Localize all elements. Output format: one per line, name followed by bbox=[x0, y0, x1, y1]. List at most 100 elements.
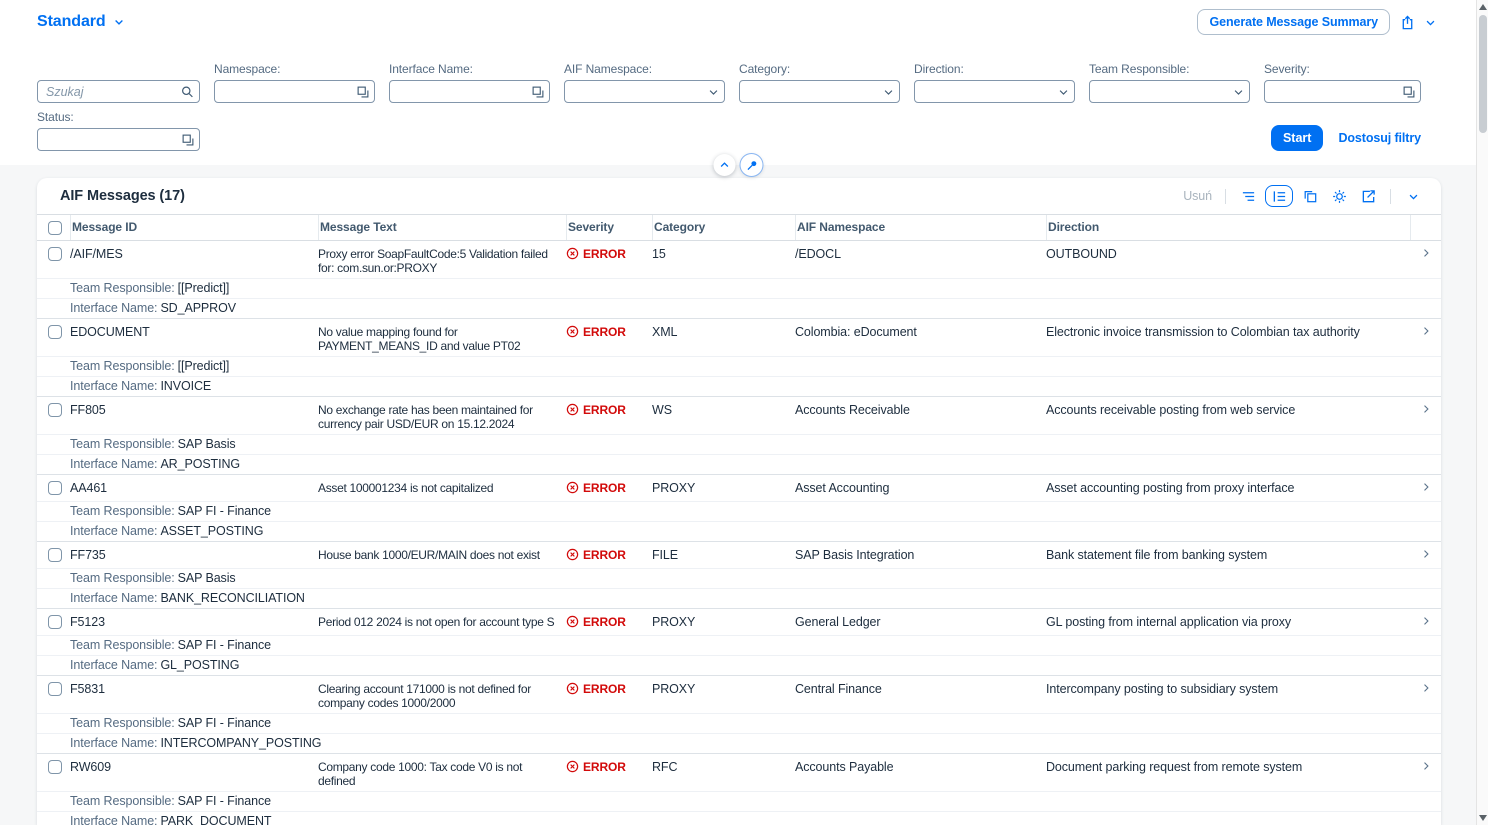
interface-name-label: Interface Name: bbox=[70, 301, 158, 315]
value-help-icon[interactable] bbox=[182, 134, 194, 146]
variant-selector[interactable]: Standard bbox=[37, 13, 125, 31]
error-icon bbox=[566, 548, 579, 561]
row-checkbox[interactable] bbox=[48, 325, 62, 339]
filter-input-category[interactable] bbox=[739, 80, 900, 103]
col-header-category[interactable]: Category bbox=[652, 215, 795, 240]
table-row[interactable]: RW609 Company code 1000: Tax code V0 is … bbox=[37, 754, 1441, 825]
severity-label: ERROR bbox=[583, 682, 626, 696]
start-button[interactable]: Start bbox=[1270, 125, 1324, 151]
filter-input-interface-name[interactable] bbox=[389, 80, 550, 103]
settings-icon[interactable] bbox=[1327, 185, 1351, 207]
table-row[interactable]: F5123 Period 012 2024 is not open for ac… bbox=[37, 609, 1441, 676]
table-row[interactable]: FF735 House bank 1000/EUR/MAIN does not … bbox=[37, 542, 1441, 609]
search-label-spacer bbox=[37, 62, 200, 77]
error-icon bbox=[566, 481, 579, 494]
table-title: AIF Messages (17) bbox=[60, 188, 185, 204]
interface-name-value: ASSET_POSTING bbox=[160, 524, 264, 538]
row-checkbox[interactable] bbox=[48, 548, 62, 562]
col-header-severity[interactable]: Severity bbox=[566, 215, 652, 240]
page-scrollbar[interactable] bbox=[1476, 0, 1488, 825]
search-input[interactable] bbox=[37, 80, 200, 103]
row-nav-chevron-icon[interactable] bbox=[1410, 325, 1441, 353]
filter-input-severity[interactable] bbox=[1264, 80, 1421, 103]
scrollbar-up-arrow[interactable] bbox=[1478, 4, 1487, 10]
col-header-direction[interactable]: Direction bbox=[1046, 215, 1410, 240]
row-checkbox[interactable] bbox=[48, 403, 62, 417]
chevron-down-icon[interactable] bbox=[883, 86, 894, 97]
row-checkbox[interactable] bbox=[48, 481, 62, 495]
delete-button[interactable]: Usuń bbox=[1183, 189, 1212, 203]
copy-icon[interactable] bbox=[1298, 185, 1322, 207]
interface-name-value: SD_APPROV bbox=[160, 301, 236, 315]
table-row[interactable]: EDOCUMENT No value mapping found for PAY… bbox=[37, 319, 1441, 397]
table-row[interactable]: FF805 No exchange rate has been maintain… bbox=[37, 397, 1441, 475]
toolbar-chevron-down-icon[interactable] bbox=[1401, 185, 1425, 207]
category-cell: RFC bbox=[652, 760, 678, 774]
scrollbar-down-arrow[interactable] bbox=[1478, 815, 1487, 821]
row-checkbox[interactable] bbox=[48, 682, 62, 696]
message-text-cell: Proxy error SoapFaultCode:5 Validation f… bbox=[318, 247, 548, 275]
filter-label-interface-name: Interface Name: bbox=[389, 62, 473, 76]
filter-fields: Namespace: Interface Name: AIF Namespace bbox=[214, 62, 1421, 103]
value-help-icon[interactable] bbox=[532, 86, 544, 98]
collapse-filter-bar-button[interactable] bbox=[713, 154, 736, 176]
search-field bbox=[37, 62, 200, 103]
generate-message-summary-button[interactable]: Generate Message Summary bbox=[1197, 9, 1390, 35]
export-icon[interactable] bbox=[1356, 185, 1380, 207]
filter-input-status[interactable] bbox=[37, 128, 200, 151]
row-nav-chevron-icon[interactable] bbox=[1410, 548, 1441, 565]
row-nav-chevron-icon[interactable] bbox=[1410, 682, 1441, 710]
team-responsible-label: Team Responsible: bbox=[70, 716, 175, 730]
aif-messages-card: AIF Messages (17) Usuń Message ID Messag… bbox=[37, 178, 1441, 825]
row-details: Team Responsible: SAP Basis Interface Nam… bbox=[37, 434, 1441, 474]
scrollbar-thumb[interactable] bbox=[1478, 15, 1487, 133]
filter-input-namespace[interactable] bbox=[214, 80, 375, 103]
table-row[interactable]: AA461 Asset 100001234 is not capitalized… bbox=[37, 475, 1441, 542]
chevron-down-icon[interactable] bbox=[1058, 86, 1069, 97]
severity-cell: ERROR bbox=[566, 615, 652, 632]
table-row[interactable]: F5831 Clearing account 171000 is not def… bbox=[37, 676, 1441, 754]
filter-bar-controls bbox=[713, 154, 763, 176]
value-help-icon[interactable] bbox=[1403, 86, 1415, 98]
filter-input-direction[interactable] bbox=[914, 80, 1075, 103]
row-checkbox[interactable] bbox=[48, 615, 62, 629]
severity-label: ERROR bbox=[583, 760, 626, 774]
toolbar-separator bbox=[1225, 188, 1226, 204]
share-icon[interactable] bbox=[1400, 15, 1415, 30]
row-checkbox[interactable] bbox=[48, 760, 62, 774]
search-icon[interactable] bbox=[181, 85, 194, 98]
pin-filter-bar-button[interactable] bbox=[740, 154, 763, 176]
topbar-chevron-down-icon[interactable] bbox=[1425, 17, 1436, 28]
filter-input-team-responsible[interactable] bbox=[1089, 80, 1250, 103]
row-details: Team Responsible: SAP FI - Finance Interf… bbox=[37, 791, 1441, 825]
filter-input-aif-namespace[interactable] bbox=[564, 80, 725, 103]
adapt-filters-link[interactable]: Dostosuj filtry bbox=[1338, 131, 1421, 145]
severity-cell: ERROR bbox=[566, 403, 652, 431]
message-text-cell: Company code 1000: Tax code V0 is not de… bbox=[318, 760, 523, 788]
row-details: Team Responsible: [[Predict]] Interface N… bbox=[37, 278, 1441, 318]
group-view-icon[interactable] bbox=[1265, 185, 1293, 207]
status-input-control[interactable] bbox=[37, 128, 200, 151]
team-responsible-label: Team Responsible: bbox=[70, 281, 175, 295]
row-nav-chevron-icon[interactable] bbox=[1410, 760, 1441, 788]
row-details: Team Responsible: SAP FI - Finance Interf… bbox=[37, 713, 1441, 753]
col-header-message-id[interactable]: Message ID bbox=[70, 215, 318, 240]
col-header-message-text[interactable]: Message Text bbox=[318, 215, 566, 240]
row-nav-chevron-icon[interactable] bbox=[1410, 615, 1441, 632]
severity-cell: ERROR bbox=[566, 325, 652, 353]
select-all-checkbox[interactable] bbox=[48, 220, 62, 235]
chevron-down-icon[interactable] bbox=[708, 86, 719, 97]
row-nav-chevron-icon[interactable] bbox=[1410, 247, 1441, 275]
row-nav-chevron-icon[interactable] bbox=[1410, 403, 1441, 431]
col-header-aif-namespace[interactable]: AIF Namespace bbox=[795, 215, 1046, 240]
aif-namespace-cell: Accounts Receivable bbox=[795, 403, 910, 417]
value-help-icon[interactable] bbox=[357, 86, 369, 98]
row-checkbox[interactable] bbox=[48, 247, 62, 261]
severity-cell: ERROR bbox=[566, 247, 652, 275]
table-column-headers: Message ID Message Text Severity Categor… bbox=[37, 214, 1441, 241]
sort-icon[interactable] bbox=[1236, 185, 1260, 207]
row-nav-chevron-icon[interactable] bbox=[1410, 481, 1441, 498]
search-input-control[interactable] bbox=[37, 80, 200, 103]
chevron-down-icon[interactable] bbox=[1233, 86, 1244, 97]
table-row[interactable]: /AIF/MES Proxy error SoapFaultCode:5 Val… bbox=[37, 241, 1441, 319]
